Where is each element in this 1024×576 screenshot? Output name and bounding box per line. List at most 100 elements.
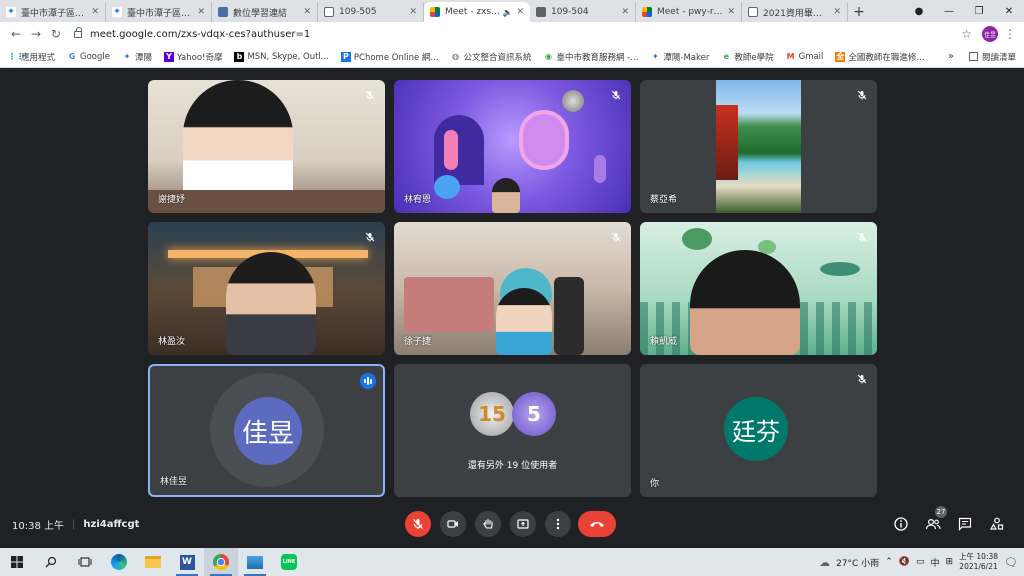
taskbar-chrome[interactable] xyxy=(204,548,238,576)
self-tile[interactable]: 廷芬 你 xyxy=(640,364,877,497)
participant-tile[interactable]: 林盈汝 xyxy=(148,222,385,355)
chair xyxy=(554,277,584,355)
bookmark-maker[interactable]: ✦ 潭陽-Maker xyxy=(650,51,709,63)
more-options-button[interactable] xyxy=(545,511,571,537)
present-screen-button[interactable] xyxy=(510,511,536,537)
network-icon[interactable]: ▭ xyxy=(916,557,925,567)
minimize-icon[interactable]: — xyxy=(934,6,964,17)
weather-text[interactable]: 27°C 小雨 xyxy=(836,556,879,569)
notifications-icon[interactable]: 🗨 xyxy=(1004,556,1018,569)
chat-button[interactable] xyxy=(955,514,975,534)
browser-tab[interactable]: ✦ 臺中市潭子區潭陽 ✕ xyxy=(106,2,212,22)
address-bar[interactable]: meet.google.com/zxs-vdqx-ces?authuser=1 xyxy=(74,25,951,43)
mic-off-icon xyxy=(855,372,869,386)
participant-tile-speaking[interactable]: 佳昱 林佳昱 xyxy=(148,364,385,497)
browser-tab[interactable]: ✦ 臺中市潭子區潭陽 ✕ xyxy=(0,2,106,22)
maximize-icon[interactable]: ❐ xyxy=(964,6,994,17)
more-menu-icon[interactable]: ⋮ xyxy=(1002,27,1018,41)
weather-icon[interactable]: ☁ xyxy=(819,556,830,569)
close-tab-icon[interactable]: ✕ xyxy=(409,7,417,17)
line-icon: LINE xyxy=(281,554,297,570)
participant-name: 林盈汝 xyxy=(158,337,186,347)
start-button[interactable] xyxy=(0,548,34,576)
participant-video xyxy=(690,250,800,355)
reload-icon[interactable]: ↻ xyxy=(46,27,66,41)
activities-button[interactable] xyxy=(987,514,1007,534)
bookmark-star-icon[interactable]: ☆ xyxy=(961,27,972,41)
camera-icon xyxy=(447,520,458,528)
scene-arch-right xyxy=(519,110,569,170)
participant-tile[interactable]: 徐子捷 xyxy=(394,222,631,355)
forward-icon[interactable]: → xyxy=(26,27,46,41)
speaker-icon[interactable]: 🔈 xyxy=(502,8,512,17)
bookmark-msn[interactable]: b MSN, Skype, Outl... xyxy=(234,51,329,62)
bookmark-edu[interactable]: ◉ 臺中市教育服務網 -... xyxy=(544,51,638,63)
ime-indicator[interactable]: 中 xyxy=(930,556,939,569)
close-tab-icon[interactable]: ✕ xyxy=(303,7,311,17)
taskbar-clock[interactable]: 上午 10:38 2021/6/21 xyxy=(959,552,998,572)
close-window-icon[interactable]: ✕ xyxy=(994,6,1024,17)
mini-avatar: 5 xyxy=(512,392,556,436)
profile-avatar[interactable]: 佳昱 xyxy=(982,26,998,42)
volume-icon[interactable]: 🔇 xyxy=(899,557,910,567)
reading-list-button[interactable]: 閱讀清單 xyxy=(968,51,1016,63)
ime-mode-icon[interactable]: ⊞ xyxy=(945,557,953,567)
meeting-details-button[interactable] xyxy=(891,514,911,534)
taskbar-word[interactable]: W xyxy=(170,548,204,576)
bookmark-tanyang[interactable]: ✦ 潭陽 xyxy=(122,51,152,63)
browser-tab[interactable]: 2021資用畢業祝 ✕ xyxy=(742,2,848,22)
mic-off-icon xyxy=(855,88,869,102)
mini-avatar: 15 xyxy=(470,392,514,436)
close-tab-icon[interactable]: ✕ xyxy=(621,7,629,17)
participant-tile[interactable]: 林宥恩 xyxy=(394,80,631,213)
close-tab-icon[interactable]: ✕ xyxy=(727,7,735,17)
close-tab-icon[interactable]: ✕ xyxy=(516,7,524,17)
bookmark-google[interactable]: G Google xyxy=(67,52,110,62)
close-tab-icon[interactable]: ✕ xyxy=(91,7,99,17)
new-tab-button[interactable]: + xyxy=(848,2,870,22)
bookmark-pchome[interactable]: P PChome Online 網... xyxy=(340,51,439,63)
bookmark-docsys[interactable]: ◍ 公文整合資訊系統 xyxy=(451,51,532,63)
bird-icon: ✦ xyxy=(123,51,131,61)
page-favicon xyxy=(748,7,758,17)
task-view-button[interactable] xyxy=(68,548,102,576)
bookmark-apps[interactable]: ⋮⋮ 應用程式 xyxy=(8,51,55,63)
back-icon[interactable]: ← xyxy=(6,27,26,41)
reading-list-icon xyxy=(968,52,978,61)
participant-tile[interactable]: 謝捷妤 xyxy=(148,80,385,213)
record-icon[interactable]: ● xyxy=(904,6,934,17)
close-tab-icon[interactable]: ✕ xyxy=(197,7,205,17)
bookmark-inservice[interactable]: 全全國教師在職進修... xyxy=(835,51,925,63)
raise-hand-button[interactable] xyxy=(475,511,501,537)
camera-toggle-button[interactable] xyxy=(440,511,466,537)
browser-tab[interactable]: Meet - pwy-rwia ✕ xyxy=(636,2,742,22)
task-view-icon xyxy=(78,557,92,567)
browser-tab[interactable]: 109-505 ✕ xyxy=(318,2,424,22)
taskbar-line[interactable]: LINE xyxy=(272,548,306,576)
browser-tab-active[interactable]: Meet - zxs-vdqx🔈 ✕ xyxy=(424,2,530,22)
tray-overflow-icon[interactable]: ⌃ xyxy=(885,557,893,567)
participant-tile[interactable]: 蔡亞希 xyxy=(640,80,877,213)
bookmarks-overflow-icon[interactable]: » xyxy=(948,51,954,62)
clock-time: 上午 10:38 xyxy=(959,552,999,561)
search-button[interactable] xyxy=(34,548,68,576)
leave-call-button[interactable] xyxy=(578,511,616,537)
browser-tab[interactable]: 109-504 ✕ xyxy=(530,2,636,22)
browser-tab[interactable]: 數位學習連結 ✕ xyxy=(212,2,318,22)
others-tile[interactable]: 15 5 還有另外 19 位使用者 xyxy=(394,364,631,497)
close-tab-icon[interactable]: ✕ xyxy=(833,7,841,17)
participants-button[interactable]: 27 xyxy=(923,506,947,534)
bookmark-yahoo[interactable]: Y Yahoo!奇摩 xyxy=(164,51,222,63)
meet-favicon xyxy=(430,7,440,17)
participant-tile[interactable]: 賴凱威 xyxy=(640,222,877,355)
mic-toggle-button[interactable] xyxy=(405,511,431,537)
lock-icon[interactable] xyxy=(74,26,82,38)
bookmark-teacher-e[interactable]: e 教師e學院 xyxy=(721,51,774,63)
bird-favicon: ✦ xyxy=(112,7,122,17)
taskbar-photos[interactable] xyxy=(238,548,272,576)
meeting-info: 10:38 上午 | hzi4affcgt xyxy=(12,517,139,532)
taskbar-file-explorer[interactable] xyxy=(136,548,170,576)
tab-title: 109-505 xyxy=(339,7,377,17)
bookmark-gmail[interactable]: M Gmail xyxy=(786,52,824,62)
taskbar-edge[interactable] xyxy=(102,548,136,576)
